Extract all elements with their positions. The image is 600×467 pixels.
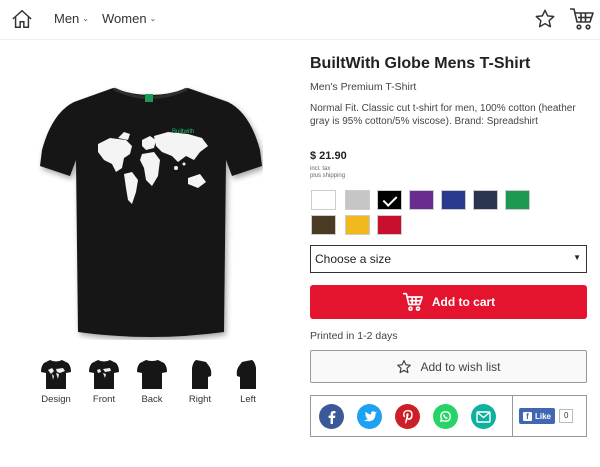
color-swatch[interactable] <box>345 190 370 210</box>
product-price: $ 21.90 <box>310 150 347 162</box>
cart-icon <box>402 292 423 312</box>
twitter-icon <box>363 410 377 421</box>
thumbnail-image <box>192 360 212 389</box>
top-navigation-bar: Men ⌄ Women ⌄ <box>0 0 600 40</box>
color-swatch[interactable] <box>473 190 498 210</box>
thumbnail-front[interactable]: Front <box>84 358 124 405</box>
facebook-like-widget: f Like 0 <box>519 408 574 424</box>
thumbnail-label: Right <box>188 394 212 405</box>
color-swatch[interactable] <box>441 190 466 210</box>
pinterest-share-button[interactable] <box>395 404 420 429</box>
shirt-print-text: Builtwith <box>172 129 194 135</box>
thumbnail-image <box>236 360 256 389</box>
thumbnail-image <box>89 360 119 389</box>
share-bar: f Like 0 <box>310 395 587 437</box>
thumbnail-design[interactable]: Design <box>36 358 76 405</box>
facebook-icon <box>328 410 335 424</box>
product-subtitle: Men's Premium T-Shirt <box>310 81 417 93</box>
whatsapp-icon <box>439 411 451 423</box>
pinterest-icon <box>402 409 413 424</box>
nav-men[interactable]: Men ⌄ <box>54 11 89 26</box>
dropdown-arrow-icon: ▼ <box>573 253 581 262</box>
nav-men-label: Men <box>54 11 80 26</box>
whatsapp-share-button[interactable] <box>433 404 458 429</box>
thumbnail-label: Front <box>92 394 116 405</box>
thumbnail-back[interactable]: Back <box>132 358 172 405</box>
nav-women[interactable]: Women ⌄ <box>102 11 156 26</box>
email-share-button[interactable] <box>471 404 496 429</box>
like-count: 0 <box>559 409 574 423</box>
tax-note-line: incl. tax <box>310 166 331 172</box>
product-image[interactable]: Builtwith <box>38 80 263 340</box>
star-icon <box>397 359 412 373</box>
facebook-like-button[interactable]: f Like <box>519 408 556 424</box>
thumbnail-image <box>41 360 71 389</box>
size-select-value: Choose a size <box>315 252 392 266</box>
facebook-logo-icon: f <box>523 411 532 421</box>
chevron-down-icon: ⌄ <box>149 14 157 23</box>
wishlist-label: Add to wish list <box>420 359 501 374</box>
chevron-down-icon: ⌄ <box>82 14 89 23</box>
wishlist-star-icon[interactable] <box>534 8 556 30</box>
color-swatch[interactable] <box>377 215 402 235</box>
color-swatch[interactable] <box>311 190 336 210</box>
add-to-cart-button[interactable]: Add to cart <box>310 285 587 319</box>
color-swatch[interactable] <box>505 190 530 210</box>
email-icon <box>476 410 491 423</box>
tax-note: incl. tax plus shipping <box>310 166 345 180</box>
thumbnail-label: Back <box>141 394 163 405</box>
share-divider <box>512 396 513 436</box>
shipping-note-line: plus shipping <box>310 173 346 179</box>
product-description: Normal Fit. Classic cut t-shirt for men,… <box>310 103 576 127</box>
nav-women-label: Women <box>102 11 147 26</box>
thumbnail-label: Design <box>41 394 71 405</box>
printing-time-note: Printed in 1-2 days <box>310 330 398 342</box>
shopping-cart-icon[interactable] <box>569 7 595 31</box>
home-icon[interactable] <box>11 8 33 30</box>
thumbnail-image <box>137 360 167 389</box>
color-swatch[interactable] <box>377 190 402 210</box>
add-to-cart-label: Add to cart <box>431 295 496 309</box>
thumbnail-right[interactable]: Right <box>180 358 220 405</box>
like-label: Like <box>535 411 552 421</box>
add-to-wishlist-button[interactable]: Add to wish list <box>310 350 587 383</box>
product-title: BuiltWith Globe Mens T-Shirt <box>310 55 531 72</box>
size-select[interactable]: Choose a size ▼ <box>310 245 587 273</box>
facebook-share-button[interactable] <box>319 404 344 429</box>
twitter-share-button[interactable] <box>357 404 382 429</box>
thumbnail-left[interactable]: Left <box>228 358 268 405</box>
thumbnail-label: Left <box>240 394 256 405</box>
color-swatch[interactable] <box>409 190 434 210</box>
color-swatch[interactable] <box>345 215 370 235</box>
color-swatch[interactable] <box>311 215 336 235</box>
